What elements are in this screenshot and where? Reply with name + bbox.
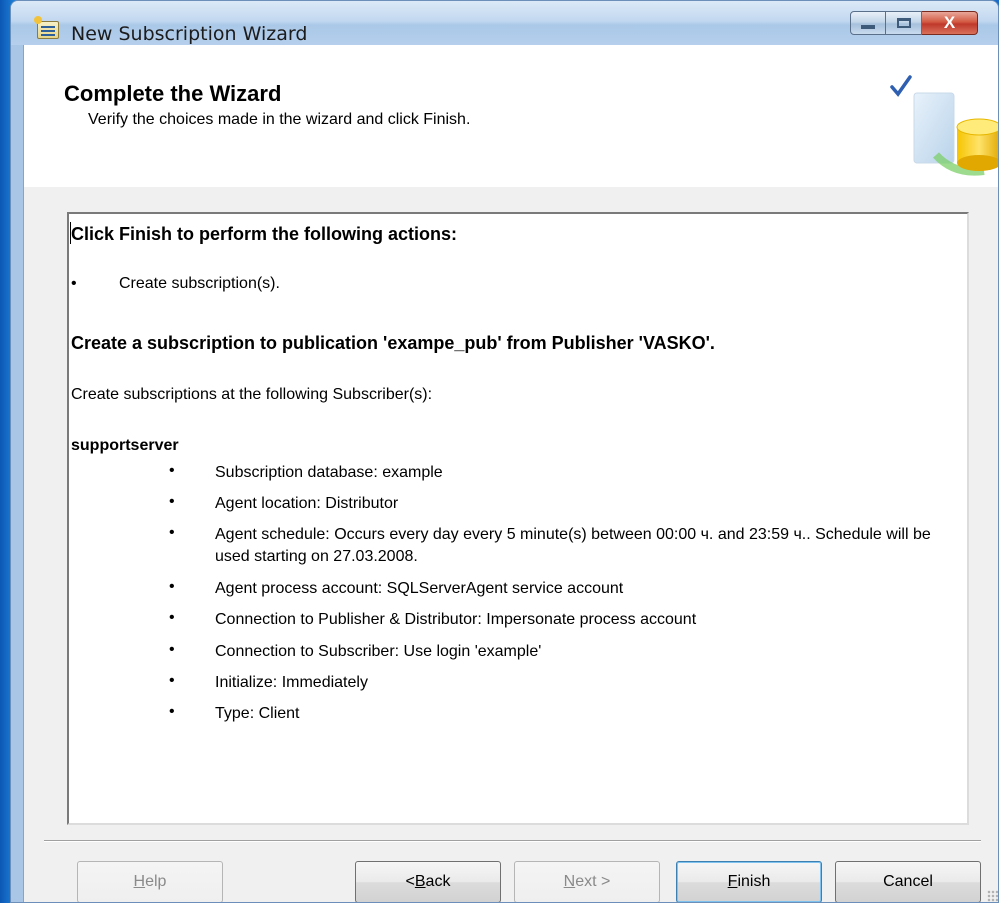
- bullet-icon: •: [169, 641, 175, 658]
- bullet-icon: •: [169, 462, 175, 479]
- action-text: Create subscription(s).: [119, 275, 280, 292]
- wizard-window: New Subscription Wizard X Complete the W…: [10, 0, 999, 903]
- bullet-icon: •: [169, 672, 175, 689]
- publication-heading: Create a subscription to publication 'ex…: [71, 333, 715, 353]
- subscribers-intro: Create subscriptions at the following Su…: [71, 386, 433, 403]
- minimize-icon: [861, 25, 875, 29]
- detail-text: Agent schedule: Occurs every day every 5…: [215, 526, 931, 565]
- page-subtitle: Verify the choices made in the wizard an…: [88, 111, 471, 128]
- bullet-icon: •: [169, 703, 175, 720]
- bullet-icon: •: [71, 275, 77, 292]
- help-mnemonic: H: [133, 873, 146, 890]
- close-button[interactable]: X: [922, 11, 978, 35]
- next-button[interactable]: Next >: [514, 861, 660, 902]
- bullet-icon: •: [169, 609, 175, 626]
- detail-text: Subscription database: example: [215, 464, 443, 481]
- help-button[interactable]: Help: [77, 861, 223, 902]
- summary-heading: Click Finish to perform the following ac…: [71, 224, 458, 244]
- back-button[interactable]: < Back: [355, 861, 501, 902]
- wizard-app-icon: [34, 16, 59, 39]
- bullet-icon: •: [169, 493, 175, 510]
- subscriber-name: supportserver: [71, 437, 179, 454]
- finish-mnemonic: F: [727, 873, 738, 890]
- resize-grip-icon[interactable]: [987, 890, 998, 902]
- database-checkmark-icon: [890, 75, 998, 176]
- title-bar[interactable]: New Subscription Wizard X: [11, 1, 998, 45]
- dialog-client-area: Complete the Wizard Verify the choices m…: [23, 45, 998, 902]
- detail-text: Type: Client: [215, 705, 300, 722]
- maximize-icon: [896, 18, 911, 28]
- detail-text: Initialize: Immediately: [215, 674, 368, 691]
- back-label-rest: ack: [425, 873, 451, 890]
- wizard-header: Complete the Wizard Verify the choices m…: [24, 45, 998, 187]
- detail-text: Connection to Subscriber: Use login 'exa…: [215, 643, 542, 660]
- detail-text: Connection to Publisher & Distributor: I…: [215, 611, 697, 628]
- next-label-rest: ext >: [575, 873, 611, 890]
- back-prefix: <: [405, 873, 415, 890]
- footer-divider: [44, 840, 981, 842]
- summary-text-box[interactable]: Click Finish to perform the following ac…: [67, 212, 969, 825]
- back-mnemonic: B: [414, 873, 426, 890]
- header-divider: [24, 186, 998, 187]
- detail-text: Agent location: Distributor: [215, 495, 399, 512]
- window-controls: X: [850, 11, 978, 37]
- bullet-icon: •: [169, 524, 175, 541]
- finish-button[interactable]: Finish: [676, 861, 822, 902]
- help-label-rest: elp: [145, 873, 167, 890]
- window-title: New Subscription Wizard: [71, 23, 308, 45]
- maximize-button[interactable]: [886, 11, 922, 35]
- cancel-label: Cancel: [883, 873, 933, 890]
- bullet-icon: •: [169, 578, 175, 595]
- finish-label-rest: inish: [737, 873, 771, 890]
- minimize-button[interactable]: [850, 11, 886, 35]
- cancel-button[interactable]: Cancel: [835, 861, 981, 902]
- detail-text: Agent process account: SQLServerAgent se…: [215, 580, 624, 597]
- next-mnemonic: N: [563, 873, 576, 890]
- page-title: Complete the Wizard: [64, 81, 282, 106]
- close-icon: X: [943, 13, 956, 32]
